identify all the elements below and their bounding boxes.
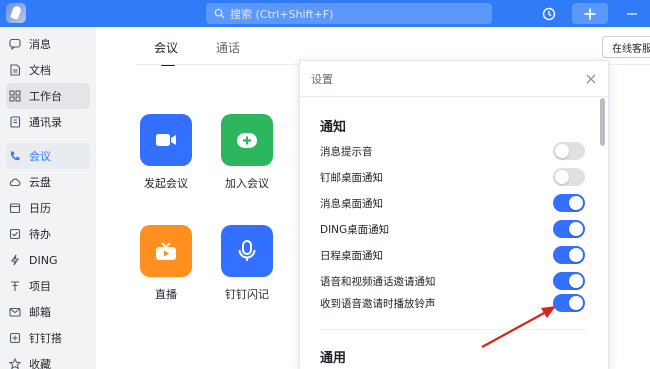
setting-label: 消息提示音: [320, 145, 373, 158]
sidebar-item-label: 收藏: [29, 358, 51, 369]
join-plus-icon: [221, 114, 273, 166]
join-meeting-tile[interactable]: 加入会议: [220, 114, 274, 191]
toggle-switch[interactable]: [553, 194, 585, 212]
sidebar-item-label: 云盘: [29, 176, 51, 189]
search-bar[interactable]: 搜索 (Ctrl+Shift+F): [206, 3, 492, 24]
toggle-switch[interactable]: [553, 220, 585, 238]
close-icon[interactable]: [584, 72, 598, 86]
tile-label: 加入会议: [225, 177, 269, 190]
sidebar-item-label: 日历: [29, 202, 51, 215]
history-icon[interactable]: [538, 3, 560, 24]
sidebar-item-label: 邮箱: [29, 306, 51, 319]
sidebar-item-label: 钉钉搭: [29, 332, 62, 345]
flash-note-tile[interactable]: 钉钉闪记: [220, 225, 274, 302]
title-bar: 搜索 (Ctrl+Shift+F): [0, 0, 650, 27]
sidebar-item-label: 消息: [29, 38, 51, 51]
project-icon: [8, 280, 21, 293]
tab-meeting[interactable]: 会议: [154, 39, 178, 66]
sidebar-item-contacts[interactable]: 通讯录: [6, 109, 90, 135]
ding-icon: [8, 254, 21, 267]
sidebar-item-meeting[interactable]: 会议: [6, 143, 90, 169]
toggle-switch[interactable]: [553, 168, 585, 186]
sidebar: 消息 文档 工作台 通讯录 会议 云盘 日历 待办 DING 项目 邮箱 钉钉搭…: [0, 27, 96, 369]
online-service-button[interactable]: 在线客服: [602, 36, 650, 58]
app-logo[interactable]: [6, 3, 26, 23]
sidebar-item-mail[interactable]: 邮箱: [6, 299, 90, 325]
settings-panel: 设置 通知 消息提示音 钉邮桌面通知 消息桌面通知 DING桌面通知 日程桌面通…: [299, 60, 609, 369]
sidebar-item-ding[interactable]: DING: [6, 247, 90, 273]
cloud-icon: [8, 176, 21, 189]
tab-bar: 会议 通话: [154, 39, 240, 66]
sidebar-item-label: 会议: [29, 150, 51, 163]
video-camera-icon: [140, 114, 192, 166]
sidebar-item-label: 项目: [29, 280, 51, 293]
phone-icon: [8, 150, 21, 163]
sidebar-item-todo[interactable]: 待办: [6, 221, 90, 247]
setting-label: 消息桌面通知: [320, 197, 383, 210]
search-icon: [214, 8, 225, 19]
search-placeholder: 搜索 (Ctrl+Shift+F): [230, 7, 334, 21]
setting-label: 语音和视频通话邀请通知: [320, 275, 436, 288]
setting-label: 收到语音邀请时播放铃声: [320, 297, 436, 310]
setting-label: 钉邮桌面通知: [320, 171, 383, 184]
sidebar-item-workbench[interactable]: 工作台: [6, 83, 90, 109]
calendar-icon: [8, 202, 21, 215]
grid-icon: [8, 90, 21, 103]
tile-label: 直播: [155, 288, 177, 301]
section-divider: [320, 329, 586, 330]
settings-title: 设置: [311, 72, 333, 86]
section-notify-title: 通知: [320, 120, 347, 135]
contacts-icon: [8, 116, 21, 129]
sidebar-item-messages[interactable]: 消息: [6, 31, 90, 57]
toggle-switch[interactable]: [553, 246, 585, 264]
sidebar-item-label: 工作台: [29, 90, 62, 103]
section-general-title: 通用: [320, 351, 347, 366]
minimize-icon[interactable]: [620, 3, 644, 24]
star-icon: [8, 358, 21, 369]
toggle-switch[interactable]: [553, 294, 585, 312]
setting-row-mail-notify: 钉邮桌面通知: [320, 164, 585, 190]
scrollbar[interactable]: [600, 98, 605, 146]
setting-row-ding-notify: DING桌面通知: [320, 216, 585, 242]
plus-icon[interactable]: [572, 3, 608, 24]
live-tv-icon: [140, 225, 192, 277]
sidebar-item-calendar[interactable]: 日历: [6, 195, 90, 221]
tile-label: 钉钉闪记: [225, 288, 269, 301]
document-icon: [8, 64, 21, 77]
sidebar-item-label: 通讯录: [29, 116, 62, 129]
setting-row-voice-ringtone: 收到语音邀请时播放铃声: [320, 290, 585, 316]
mail-icon: [8, 306, 21, 319]
sidebar-item-label: 待办: [29, 228, 51, 241]
setting-row-message-notify: 消息桌面通知: [320, 190, 585, 216]
sidebar-item-docs[interactable]: 文档: [6, 57, 90, 83]
live-tile[interactable]: 直播: [139, 225, 193, 302]
sidebar-item-project[interactable]: 项目: [6, 273, 90, 299]
setting-row-calendar-notify: 日程桌面通知: [320, 242, 585, 268]
sidebar-item-favorites[interactable]: 收藏: [6, 351, 90, 369]
checkbox-icon: [8, 228, 21, 241]
setting-row-message-sound: 消息提示音: [320, 138, 585, 164]
sidebar-item-label: DING: [29, 253, 58, 267]
toggle-switch[interactable]: [553, 272, 585, 290]
setting-label: 日程桌面通知: [320, 249, 383, 262]
sidebar-item-label: 文档: [29, 64, 51, 77]
tab-call[interactable]: 通话: [216, 39, 240, 66]
microphone-icon: [221, 225, 273, 277]
toggle-switch[interactable]: [553, 142, 585, 160]
setting-label: DING桌面通知: [320, 223, 390, 236]
start-meeting-tile[interactable]: 发起会议: [139, 114, 193, 191]
chat-icon: [8, 38, 21, 51]
tile-label: 发起会议: [144, 177, 188, 190]
build-icon: [8, 332, 21, 345]
sidebar-item-build[interactable]: 钉钉搭: [6, 325, 90, 351]
sidebar-item-cloud[interactable]: 云盘: [6, 169, 90, 195]
